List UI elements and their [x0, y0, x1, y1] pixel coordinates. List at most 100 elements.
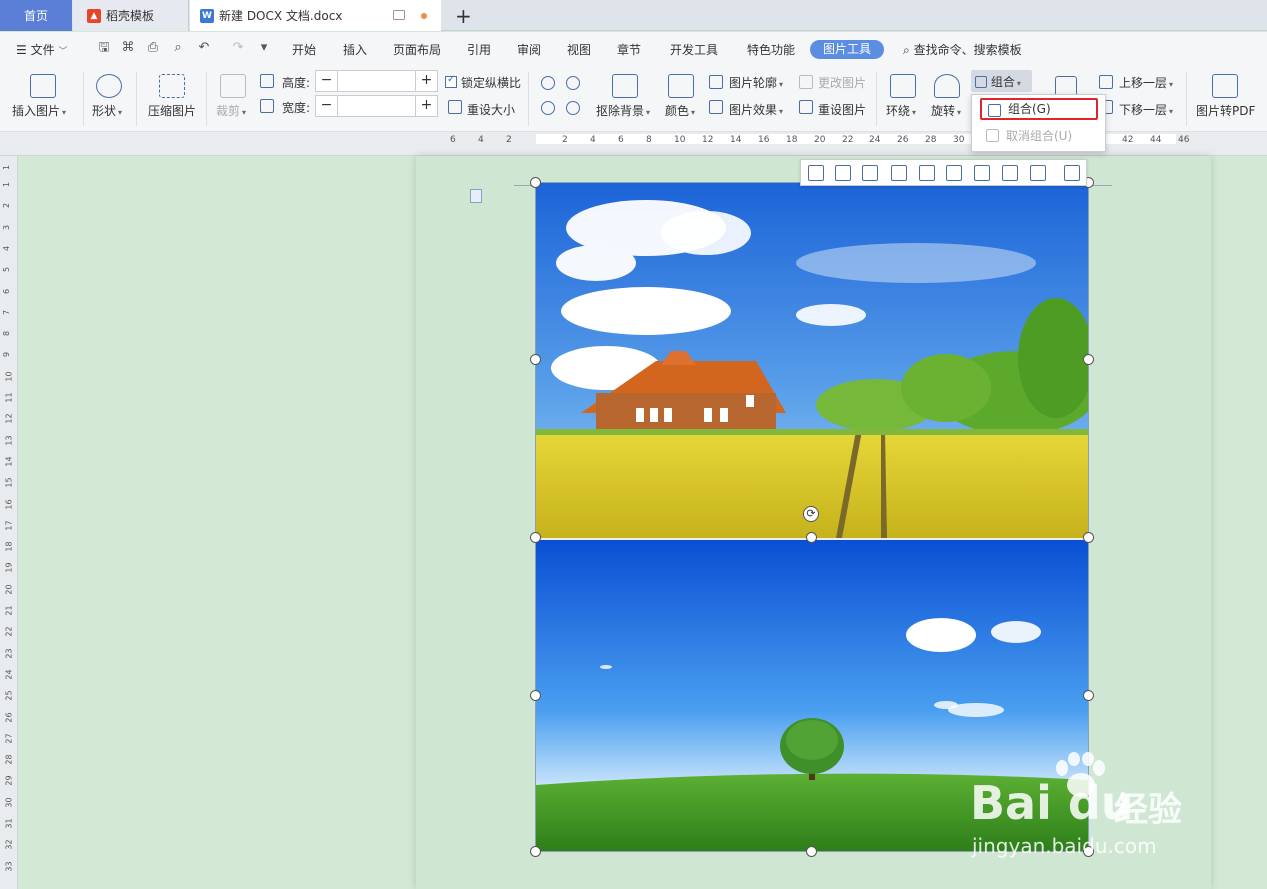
distribute-vertical-icon[interactable] [1030, 165, 1046, 181]
wrap-text-icon[interactable] [890, 74, 916, 98]
format-painter-icon[interactable]: ⌘ [120, 40, 136, 56]
hamburger-icon: ☰ [16, 43, 27, 57]
redo-icon[interactable]: ↷ [230, 40, 246, 56]
resize-handle[interactable] [530, 177, 541, 188]
height-stepper[interactable]: − + [315, 70, 438, 92]
ruler-number: 18 [786, 135, 798, 145]
tab-document-label: 新建 DOCX 文档.docx [219, 9, 343, 23]
menu-item-group[interactable]: 组合(G) [980, 98, 1098, 120]
menu-picture-tools[interactable]: 图片工具 [810, 40, 884, 59]
vertical-ruler-number: 1 [2, 181, 12, 188]
menu-view[interactable]: 视图 [567, 41, 591, 58]
resize-handle[interactable] [1083, 690, 1094, 701]
menu-developer[interactable]: 开发工具 [670, 41, 718, 58]
monitor-icon[interactable] [393, 10, 405, 20]
width-stepper[interactable]: − + [315, 95, 438, 117]
menu-insert[interactable]: 插入 [343, 41, 367, 58]
search-command[interactable]: ⌕ 查找命令、搜索模板 [903, 41, 1022, 58]
save-icon[interactable]: 🖫 [96, 40, 112, 56]
selection-pane-icon[interactable] [1055, 76, 1077, 96]
ruler-number: 26 [897, 135, 909, 145]
send-backward-button[interactable]: 下移一层 ▾ [1119, 101, 1173, 118]
resize-handle[interactable] [530, 846, 541, 857]
menu-review[interactable]: 审阅 [517, 41, 541, 58]
resize-handle[interactable] [1083, 354, 1094, 365]
tab-home[interactable]: 首页 [0, 0, 72, 31]
width-plus-button[interactable]: + [415, 96, 437, 116]
contrast-up-icon[interactable] [541, 76, 555, 90]
unsaved-dot-icon[interactable] [421, 13, 427, 19]
align-top-icon[interactable] [891, 165, 907, 181]
picture-effect-button[interactable]: 图片效果 ▾ [729, 101, 783, 118]
reset-picture-icon [799, 100, 813, 114]
menu-chapter[interactable]: 章节 [617, 41, 641, 58]
wrap-text-button[interactable]: 环绕 ▾ [886, 102, 916, 119]
compress-picture-button[interactable]: 压缩图片 [148, 102, 196, 119]
group-objects-icon[interactable] [1064, 165, 1080, 181]
tab-document[interactable]: W 新建 DOCX 文档.docx [190, 0, 441, 31]
rotate-button[interactable]: 旋转 ▾ [931, 102, 961, 119]
bring-forward-button[interactable]: 上移一层 ▾ [1119, 74, 1173, 91]
picture-to-pdf-icon[interactable] [1212, 74, 1238, 98]
group-button[interactable]: 组合 ▾ [971, 70, 1032, 92]
print-preview-icon[interactable]: ⌕ [170, 40, 186, 56]
align-center-icon[interactable] [835, 165, 851, 181]
ruler-number: 4 [590, 135, 596, 145]
crop-button[interactable]: 裁剪 ▾ [216, 102, 246, 119]
distribute-horizontal-icon[interactable] [1002, 165, 1018, 181]
crop-icon[interactable] [220, 74, 246, 98]
customize-icon[interactable]: ▾ [256, 40, 272, 56]
file-menu[interactable]: ☰ 文件 ﹀ [16, 41, 67, 58]
align-right-icon[interactable] [862, 165, 878, 181]
brightness-up-icon[interactable] [541, 101, 555, 115]
print-icon[interactable]: ⎙ [145, 40, 161, 56]
menu-references[interactable]: 引用 [467, 41, 491, 58]
color-button[interactable]: 颜色 ▾ [665, 102, 695, 119]
vertical-ruler-number: 19 [4, 562, 14, 573]
width-minus-button[interactable]: − [316, 96, 338, 116]
rotate-handle-icon[interactable]: ⟳ [803, 506, 819, 522]
picture-outline-button[interactable]: 图片轮廓 ▾ [729, 74, 783, 91]
menu-start[interactable]: 开始 [292, 41, 316, 58]
align-middle-icon[interactable] [919, 165, 935, 181]
reset-size-button[interactable]: 重设大小 [467, 101, 515, 118]
resize-handle[interactable] [530, 690, 541, 701]
remove-background-button[interactable]: 抠除背景 ▾ [596, 102, 650, 119]
contrast-down-icon[interactable] [566, 76, 580, 90]
undo-icon[interactable]: ↶ [196, 40, 212, 56]
align-left-icon[interactable] [808, 165, 824, 181]
resize-handle[interactable] [530, 354, 541, 365]
menu-page-layout[interactable]: 页面布局 [393, 41, 441, 58]
align-bottom-icon[interactable] [946, 165, 962, 181]
ruler-number: 12 [702, 135, 714, 145]
remove-background-icon[interactable] [612, 74, 638, 98]
ruler-number: 28 [925, 135, 937, 145]
resize-handle[interactable] [806, 532, 817, 543]
separator [876, 72, 877, 126]
compress-picture-icon[interactable] [159, 74, 185, 98]
resize-handle[interactable] [530, 532, 541, 543]
shape-button[interactable]: 形状 ▾ [92, 102, 122, 119]
bring-forward-icon [1099, 75, 1113, 89]
picture-to-pdf-button[interactable]: 图片转PDF [1196, 102, 1255, 119]
reset-picture-button[interactable]: 重设图片 [818, 101, 866, 118]
lock-ratio-checkbox[interactable] [445, 74, 457, 88]
new-tab-button[interactable]: + [455, 4, 472, 28]
menu-special[interactable]: 特色功能 [747, 41, 795, 58]
vertical-ruler-number: 10 [4, 371, 14, 382]
rotate-icon[interactable] [934, 74, 960, 98]
insert-picture-icon[interactable] [30, 74, 56, 98]
color-icon[interactable] [668, 74, 694, 98]
resize-handle[interactable] [806, 846, 817, 857]
tab-template[interactable]: ▲ 稻壳模板 [73, 0, 189, 31]
menu-item-ungroup[interactable]: 取消组合(U) [980, 125, 1098, 147]
brightness-down-icon[interactable] [566, 101, 580, 115]
height-minus-button[interactable]: − [316, 71, 338, 91]
shape-icon[interactable] [96, 74, 122, 98]
document-icon[interactable] [470, 189, 482, 203]
change-picture-button[interactable]: 更改图片 [818, 74, 866, 91]
height-plus-button[interactable]: + [415, 71, 437, 91]
insert-picture-button[interactable]: 插入图片 ▾ [12, 102, 66, 119]
resize-handle[interactable] [1083, 532, 1094, 543]
align-page-icon[interactable] [974, 165, 990, 181]
